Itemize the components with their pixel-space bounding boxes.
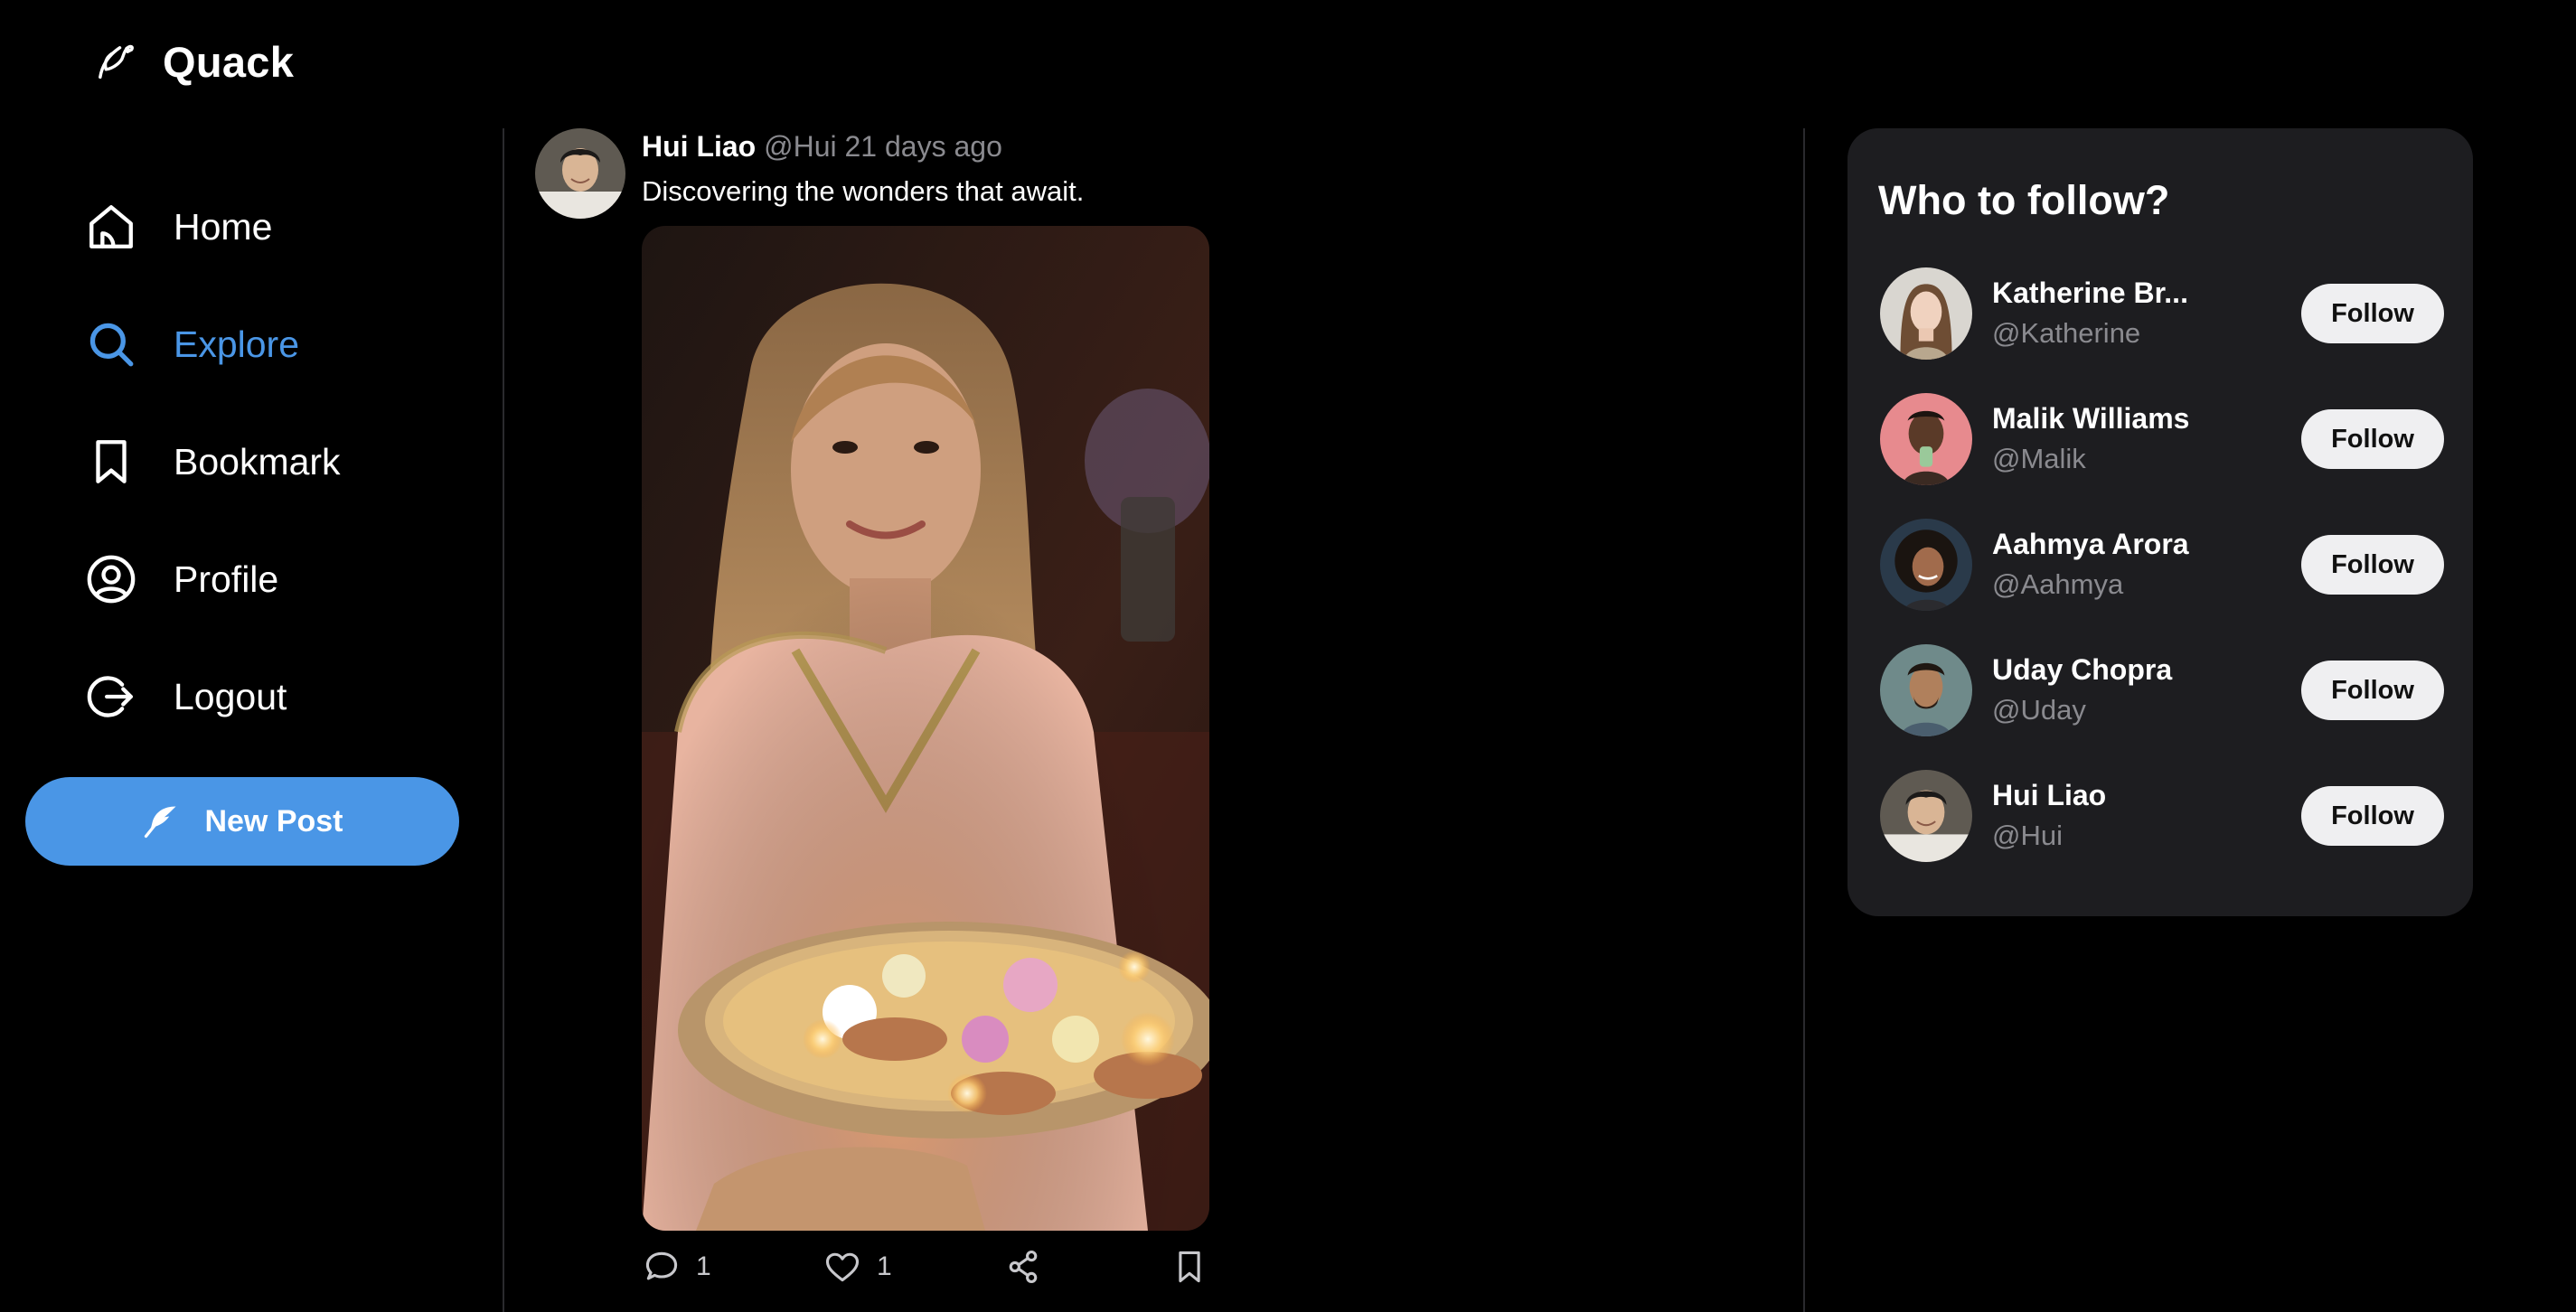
new-post-label: New Post — [204, 803, 343, 839]
like-button[interactable]: 1 — [823, 1247, 892, 1287]
user-handle: @Katherine — [1992, 317, 2141, 349]
sidebar-item-bookmark[interactable]: Bookmark — [83, 403, 341, 520]
sidebar-item-home[interactable]: Home — [83, 168, 341, 286]
user-name[interactable]: Malik Williams — [1992, 402, 2236, 436]
comment-icon — [645, 1251, 678, 1280]
post-header: Hui Liao @Hui 21 days ago — [642, 128, 1002, 164]
post-text: Discovering the wonders that await. — [642, 175, 1085, 207]
share-icon — [1009, 1250, 1038, 1284]
search-icon — [83, 316, 139, 372]
sidebar-nav: Home Explore Bookmark Profile Logout — [83, 168, 341, 755]
brand[interactable]: Quack — [90, 33, 294, 90]
post-actions: 1 1 — [642, 1247, 1209, 1296]
bookmark-icon — [83, 434, 139, 490]
user-avatar[interactable] — [1880, 519, 1972, 611]
user-name[interactable]: Aahmya Arora — [1992, 528, 2236, 561]
home-icon — [83, 199, 139, 255]
follow-button[interactable]: Follow — [2301, 535, 2444, 595]
follow-button[interactable]: Follow — [2301, 661, 2444, 720]
follow-suggestion: Malik Williams @Malik Follow — [1880, 393, 2444, 485]
sidebar-item-label: Explore — [174, 323, 300, 365]
user-avatar[interactable] — [1880, 267, 1972, 360]
bookmark-post-button[interactable] — [1170, 1247, 1209, 1287]
post-handle[interactable]: @Hui — [764, 130, 837, 163]
follow-suggestion: Katherine Br... @Katherine Follow — [1880, 267, 2444, 360]
comment-button[interactable]: 1 — [642, 1247, 711, 1287]
logout-icon — [83, 669, 139, 725]
post-time: 21 days ago — [844, 130, 1002, 163]
follow-suggestion: Aahmya Arora @Aahmya Follow — [1880, 519, 2444, 611]
user-handle: @Aahmya — [1992, 568, 2124, 600]
right-divider — [1803, 128, 1805, 1312]
sidebar-item-logout[interactable]: Logout — [83, 638, 341, 755]
left-divider — [503, 128, 504, 1312]
post-image[interactable] — [642, 226, 1209, 1231]
user-name[interactable]: Hui Liao — [1992, 779, 2236, 812]
user-handle: @Malik — [1992, 443, 2086, 474]
who-to-follow-title: Who to follow? — [1878, 177, 2170, 223]
sidebar-item-profile[interactable]: Profile — [83, 520, 341, 638]
post-author[interactable]: Hui Liao — [642, 130, 756, 163]
share-button[interactable] — [1003, 1247, 1043, 1287]
heart-icon — [825, 1252, 860, 1282]
feather-icon — [145, 806, 176, 839]
like-count: 1 — [877, 1251, 892, 1281]
user-handle: @Hui — [1992, 820, 2063, 851]
follow-button[interactable]: Follow — [2301, 284, 2444, 343]
user-name[interactable]: Uday Chopra — [1992, 653, 2236, 687]
sidebar-item-explore[interactable]: Explore — [83, 286, 341, 403]
author-avatar[interactable] — [535, 128, 625, 219]
follow-button[interactable]: Follow — [2301, 786, 2444, 846]
follow-suggestion: Hui Liao @Hui Follow — [1880, 770, 2444, 862]
user-handle: @Uday — [1992, 694, 2086, 726]
follow-button[interactable]: Follow — [2301, 409, 2444, 469]
duck-feather-icon — [99, 44, 134, 80]
profile-icon — [83, 551, 139, 607]
sidebar-item-label: Logout — [174, 675, 287, 717]
sidebar-item-label: Home — [174, 205, 273, 248]
app-name: Quack — [163, 37, 295, 86]
sidebar-item-label: Bookmark — [174, 440, 341, 483]
new-post-button[interactable]: New Post — [25, 777, 459, 866]
bookmark-icon — [1179, 1251, 1200, 1283]
comment-count: 1 — [696, 1251, 711, 1281]
user-avatar[interactable] — [1880, 393, 1972, 485]
user-avatar[interactable] — [1880, 644, 1972, 736]
who-to-follow-card: Who to follow? Katherine Br... @Katherin… — [1847, 128, 2473, 916]
user-avatar[interactable] — [1880, 770, 1972, 862]
follow-suggestion: Uday Chopra @Uday Follow — [1880, 644, 2444, 736]
sidebar-item-label: Profile — [174, 558, 279, 600]
user-name[interactable]: Katherine Br... — [1992, 276, 2236, 310]
